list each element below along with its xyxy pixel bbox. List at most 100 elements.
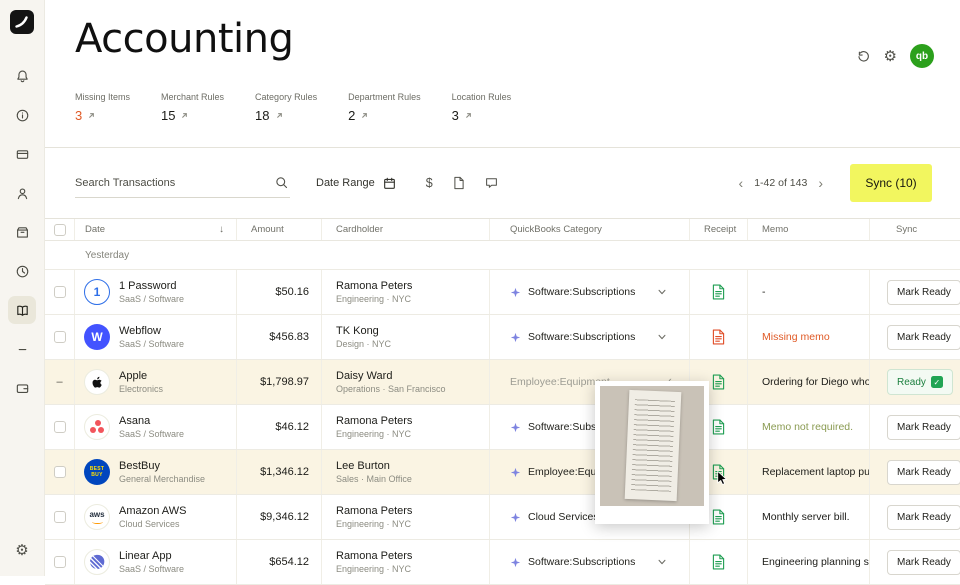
memo-filter-button[interactable] [485,177,498,189]
amount-cell: $1,798.97 [237,360,322,404]
row-checkbox[interactable] [54,466,66,478]
sidebar-item-transactions[interactable] [8,257,36,285]
sidebar-item-accounting[interactable] [8,296,36,324]
category-cell[interactable]: Software:Subscriptions ✓ [490,270,690,314]
stat-value: 2 [348,108,355,123]
ai-sparkle-icon [510,512,521,523]
row-checkbox[interactable] [54,556,66,568]
row-checkbox[interactable] [54,421,66,433]
ai-sparkle-icon [510,287,521,298]
sidebar-item-insights[interactable] [8,101,36,129]
memo-cell[interactable]: Missing memo [748,315,870,359]
clock-history-icon [15,264,30,279]
receipt-doc-icon[interactable] [712,554,725,570]
merchant-cell: BESTBUY BestBuy General Merchandise [75,450,237,494]
merchant-name: BestBuy [119,460,205,472]
category-cell[interactable]: Software:Subscriptions ✓ [490,315,690,359]
arrow-up-right-icon [275,111,284,120]
column-label: Cardholder [336,224,383,235]
gear-icon: ⚙ [884,49,897,64]
sidebar-item-settings[interactable]: ⚙ [8,536,36,564]
sync-button[interactable]: Mark Ready ✓ [887,280,960,305]
sync-button[interactable]: Mark Ready ✓ [887,325,960,350]
memo-cell[interactable]: Replacement laptop purc [748,450,870,494]
cardholder-subtitle: Engineering · NYC [336,564,412,574]
row-checkbox[interactable] [54,376,66,388]
sync-all-button[interactable]: Sync (10) [850,164,932,202]
column-header-date[interactable]: Date ↓ [75,219,237,240]
sync-button[interactable]: Mark Ready ✓ [887,415,960,440]
sidebar-item-notifications[interactable] [8,62,36,90]
history-icon [856,49,871,64]
credit-card-icon [15,147,30,162]
memo-text: Missing memo [762,331,830,343]
table-row[interactable]: aws Amazon AWS Cloud Services $9,346.12 … [45,495,960,540]
stat-merchant-rules[interactable]: Merchant Rules 15 [161,92,224,123]
receipt-doc-icon[interactable] [712,509,725,525]
merchant-logo: 1 [84,279,110,305]
row-checkbox[interactable] [54,511,66,523]
table-row[interactable]: Linear App SaaS / Software $654.12 Ramon… [45,540,960,585]
stat-category-rules[interactable]: Category Rules 18 [255,92,317,123]
column-label: Amount [251,224,284,235]
category-value: Software:Subscriptions [528,556,635,568]
cardholder-subtitle: Design · NYC [336,339,391,349]
memo-cell[interactable]: - [748,270,870,314]
category-cell[interactable]: Software:Subscriptions ✓ [490,540,690,584]
sidebar-item-people[interactable] [8,179,36,207]
stat-location-rules[interactable]: Location Rules 3 [452,92,512,123]
table-row[interactable]: W Webflow SaaS / Software $456.83 TK Kon… [45,315,960,360]
stat-label: Department Rules [348,92,421,102]
sync-history-button[interactable] [856,49,871,64]
cardholder-cell: Daisy Ward Operations · San Francisco [322,360,490,404]
stat-department-rules[interactable]: Department Rules 2 [348,92,421,123]
next-page-button[interactable]: › [816,175,825,191]
accounting-settings-button[interactable]: ⚙ [884,49,897,64]
memo-cell[interactable]: Engineering planning soft [748,540,870,584]
select-all-checkbox[interactable] [54,224,66,236]
search-input[interactable] [75,177,265,189]
row-checkbox[interactable] [54,286,66,298]
column-label: Receipt [704,224,736,235]
category-value: Software:Subscriptions [528,331,635,343]
stat-label: Location Rules [452,92,512,102]
document-icon [453,176,465,190]
table-row[interactable]: Asana SaaS / Software $46.12 Ramona Pete… [45,405,960,450]
receipt-doc-icon[interactable] [712,419,725,435]
sync-button[interactable]: Ready ✓ [887,369,953,395]
receipt-doc-icon[interactable] [712,284,725,300]
merchant-subtitle: SaaS / Software [119,564,184,574]
table-row[interactable]: Apple Electronics $1,798.97 Daisy Ward O… [45,360,960,405]
sidebar-item-wallet[interactable] [8,374,36,402]
quickbooks-badge[interactable]: qb [910,44,934,68]
sidebar-item-collapse[interactable] [8,335,36,363]
receipt-doc-icon[interactable] [712,329,725,345]
memo-cell[interactable]: Monthly server bill. [748,495,870,539]
sidebar-item-cards[interactable] [8,140,36,168]
date-range-filter[interactable]: Date Range [316,177,396,190]
sync-button[interactable]: Mark Ready ✓ [887,460,960,485]
ramp-logo[interactable] [10,10,34,34]
memo-cell[interactable]: Ordering for Diego who's [748,360,870,404]
amount-cell: $50.16 [237,270,322,314]
receipt-filter-button[interactable] [453,176,465,190]
sync-button[interactable]: Mark Ready ✓ [887,550,960,575]
prev-page-button[interactable]: ‹ [737,175,746,191]
sync-button-label: Mark Ready [897,287,951,298]
table-row[interactable]: 1 1 Password SaaS / Software $50.16 Ramo… [45,270,960,315]
amount-filter-button[interactable]: $ [426,177,433,190]
row-checkbox[interactable] [54,331,66,343]
table-row[interactable]: BESTBUY BestBuy General Merchandise $1,3… [45,450,960,495]
stat-missing-items[interactable]: Missing Items 3 [75,92,130,123]
comment-icon [485,177,498,189]
column-label: Memo [762,224,788,235]
memo-cell[interactable]: Memo not required. [748,405,870,449]
amount-cell: $456.83 [237,315,322,359]
sync-button[interactable]: Mark Ready ✓ [887,505,960,530]
receipt-doc-icon[interactable] [712,374,725,390]
stat-label: Category Rules [255,92,317,102]
sidebar-item-vendors[interactable] [8,218,36,246]
dollar-icon: $ [426,177,433,190]
pagination: ‹ 1-42 of 143 › [737,175,825,191]
cardholder-subtitle: Engineering · NYC [336,519,412,529]
